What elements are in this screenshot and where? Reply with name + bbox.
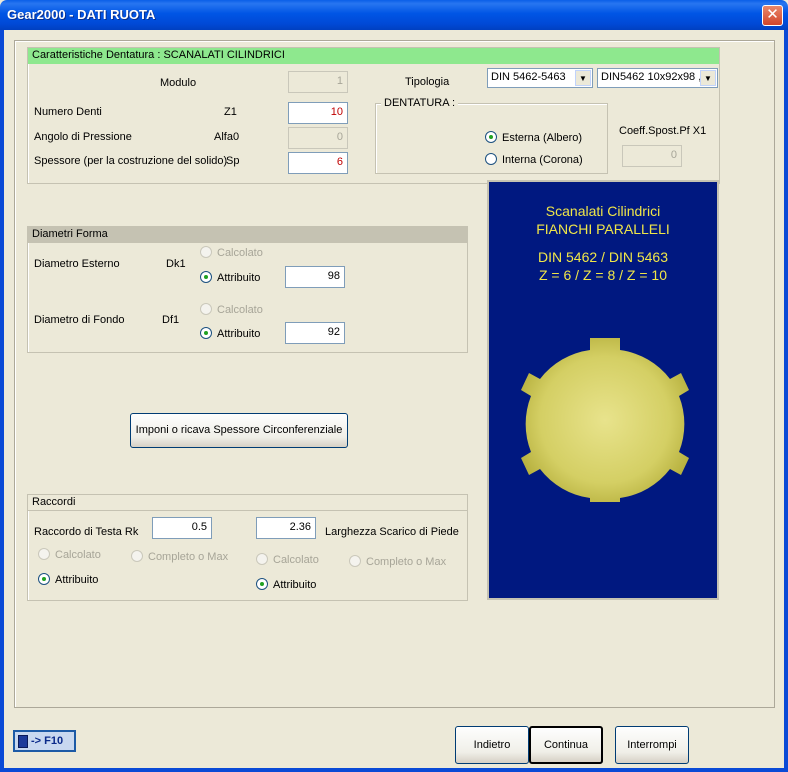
angolo-label: Angolo di Pressione [34, 131, 132, 143]
spline-gear-icon [521, 338, 689, 502]
numero-denti-label: Numero Denti [34, 106, 102, 118]
window-frame-right [784, 30, 788, 772]
fondo-attribuito-radio[interactable] [200, 327, 212, 339]
numero-denti-field[interactable]: 10 [288, 102, 348, 124]
piede-completo-label: Completo o Max [366, 556, 447, 568]
modulo-label: Modulo [160, 77, 197, 89]
testa-attribuito-label: Attribuito [55, 574, 99, 586]
interna-label: Interna (Corona) [502, 154, 583, 166]
esterna-label: Esterna (Albero) [502, 132, 583, 144]
numero-denti-symbol: Z1 [224, 106, 237, 118]
scarico-piede-label: Larghezza Scarico di Piede [325, 526, 459, 538]
calculator-shortcut-label: -> F10 [31, 735, 64, 747]
tipologia-select-value: DIN 5462-5463 [491, 71, 566, 83]
testa-calcolato-label: Calcolato [55, 549, 101, 561]
interrompi-button[interactable]: Interrompi [615, 726, 689, 764]
testa-attribuito-radio[interactable] [38, 573, 50, 585]
spessore-symbol: Sp [226, 155, 240, 167]
testa-calcolato-radio[interactable] [38, 548, 50, 560]
dentatura-type-label: DENTATURA : [381, 97, 459, 109]
diametro-esterno-symbol: Dk1 [166, 258, 186, 270]
indietro-button[interactable]: Indietro [455, 726, 529, 764]
piede-completo-radio[interactable] [349, 555, 361, 567]
piede-attribuito-radio[interactable] [256, 578, 268, 590]
piede-calcolato-radio[interactable] [256, 553, 268, 565]
esterno-attribuito-radio[interactable] [200, 271, 212, 283]
modulo-field[interactable]: 1 [288, 71, 348, 93]
piede-calcolato-label: Calcolato [273, 554, 319, 566]
raccordo-testa-label: Raccordo di Testa Rk [34, 526, 139, 538]
interna-radio[interactable] [485, 153, 497, 165]
calculator-icon [18, 734, 28, 748]
esterno-calcolato-radio[interactable] [200, 246, 212, 258]
calculator-button[interactable]: -> F10 [13, 730, 76, 752]
diametro-esterno-field[interactable]: 98 [285, 266, 345, 288]
title-bar: Gear2000 - DATI RUOTA ✕ [0, 0, 788, 30]
fondo-attribuito-label: Attribuito [217, 328, 261, 340]
info-panel: Scanalati Cilindrici FIANCHI PARALLELI D… [487, 180, 719, 600]
window-title: Gear2000 - DATI RUOTA [7, 7, 156, 22]
spessore-field[interactable]: 6 [288, 152, 348, 174]
info-line-3: DIN 5462 / DIN 5463 [538, 249, 668, 265]
window-frame-left [0, 30, 4, 772]
info-line-1: Scanalati Cilindrici [545, 203, 661, 219]
coeff-label: Coeff.Spost.Pf X1 [619, 125, 707, 137]
fondo-calcolato-label: Calcolato [217, 304, 263, 316]
diametro-fondo-symbol: Df1 [162, 314, 180, 326]
dentatura-header: Caratteristiche Dentatura : SCANALATI CI… [28, 48, 719, 64]
continua-button[interactable]: Continua [529, 726, 603, 764]
size-select-value: DIN5462 10x92x98 , [601, 71, 702, 83]
esterna-radio[interactable] [485, 131, 497, 143]
spessore-label: Spessore (per la costruzione del solido) [34, 155, 228, 167]
spessore-circonferenziale-button[interactable]: Imponi o ricava Spessore Circonferenzial… [130, 413, 348, 448]
esterno-attribuito-label: Attribuito [217, 272, 261, 284]
tipologia-select[interactable]: DIN 5462-5463 ▼ [487, 68, 593, 88]
testa-completo-label: Completo o Max [148, 551, 229, 563]
size-select[interactable]: DIN5462 10x92x98 , ▼ [597, 68, 718, 88]
fondo-calcolato-radio[interactable] [200, 303, 212, 315]
scarico-piede-field[interactable]: 2.36 [256, 517, 316, 539]
piede-attribuito-label: Attribuito [273, 579, 317, 591]
esterno-calcolato-label: Calcolato [217, 247, 263, 259]
diametri-header: Diametri Forma [28, 227, 467, 243]
angolo-field[interactable]: 0 [288, 127, 348, 149]
raccordo-testa-field[interactable]: 0.5 [152, 517, 212, 539]
angolo-symbol: Alfa0 [214, 131, 240, 143]
info-line-2: FIANCHI PARALLELI [536, 221, 670, 237]
gear-shape [521, 338, 689, 502]
testa-completo-radio[interactable] [131, 550, 143, 562]
chevron-down-icon[interactable]: ▼ [700, 70, 716, 86]
coeff-field[interactable]: 0 [622, 145, 682, 167]
raccordi-header: Raccordi [28, 495, 467, 511]
tipologia-label: Tipologia [405, 76, 450, 88]
diametro-esterno-label: Diametro Esterno [34, 258, 120, 270]
window-frame-bottom [0, 768, 788, 772]
chevron-down-icon[interactable]: ▼ [575, 70, 591, 86]
close-button[interactable]: ✕ [762, 5, 783, 26]
info-line-4: Z = 6 / Z = 8 / Z = 10 [538, 267, 667, 283]
diametro-fondo-label: Diametro di Fondo [34, 314, 125, 326]
diametro-fondo-field[interactable]: 92 [285, 322, 345, 344]
